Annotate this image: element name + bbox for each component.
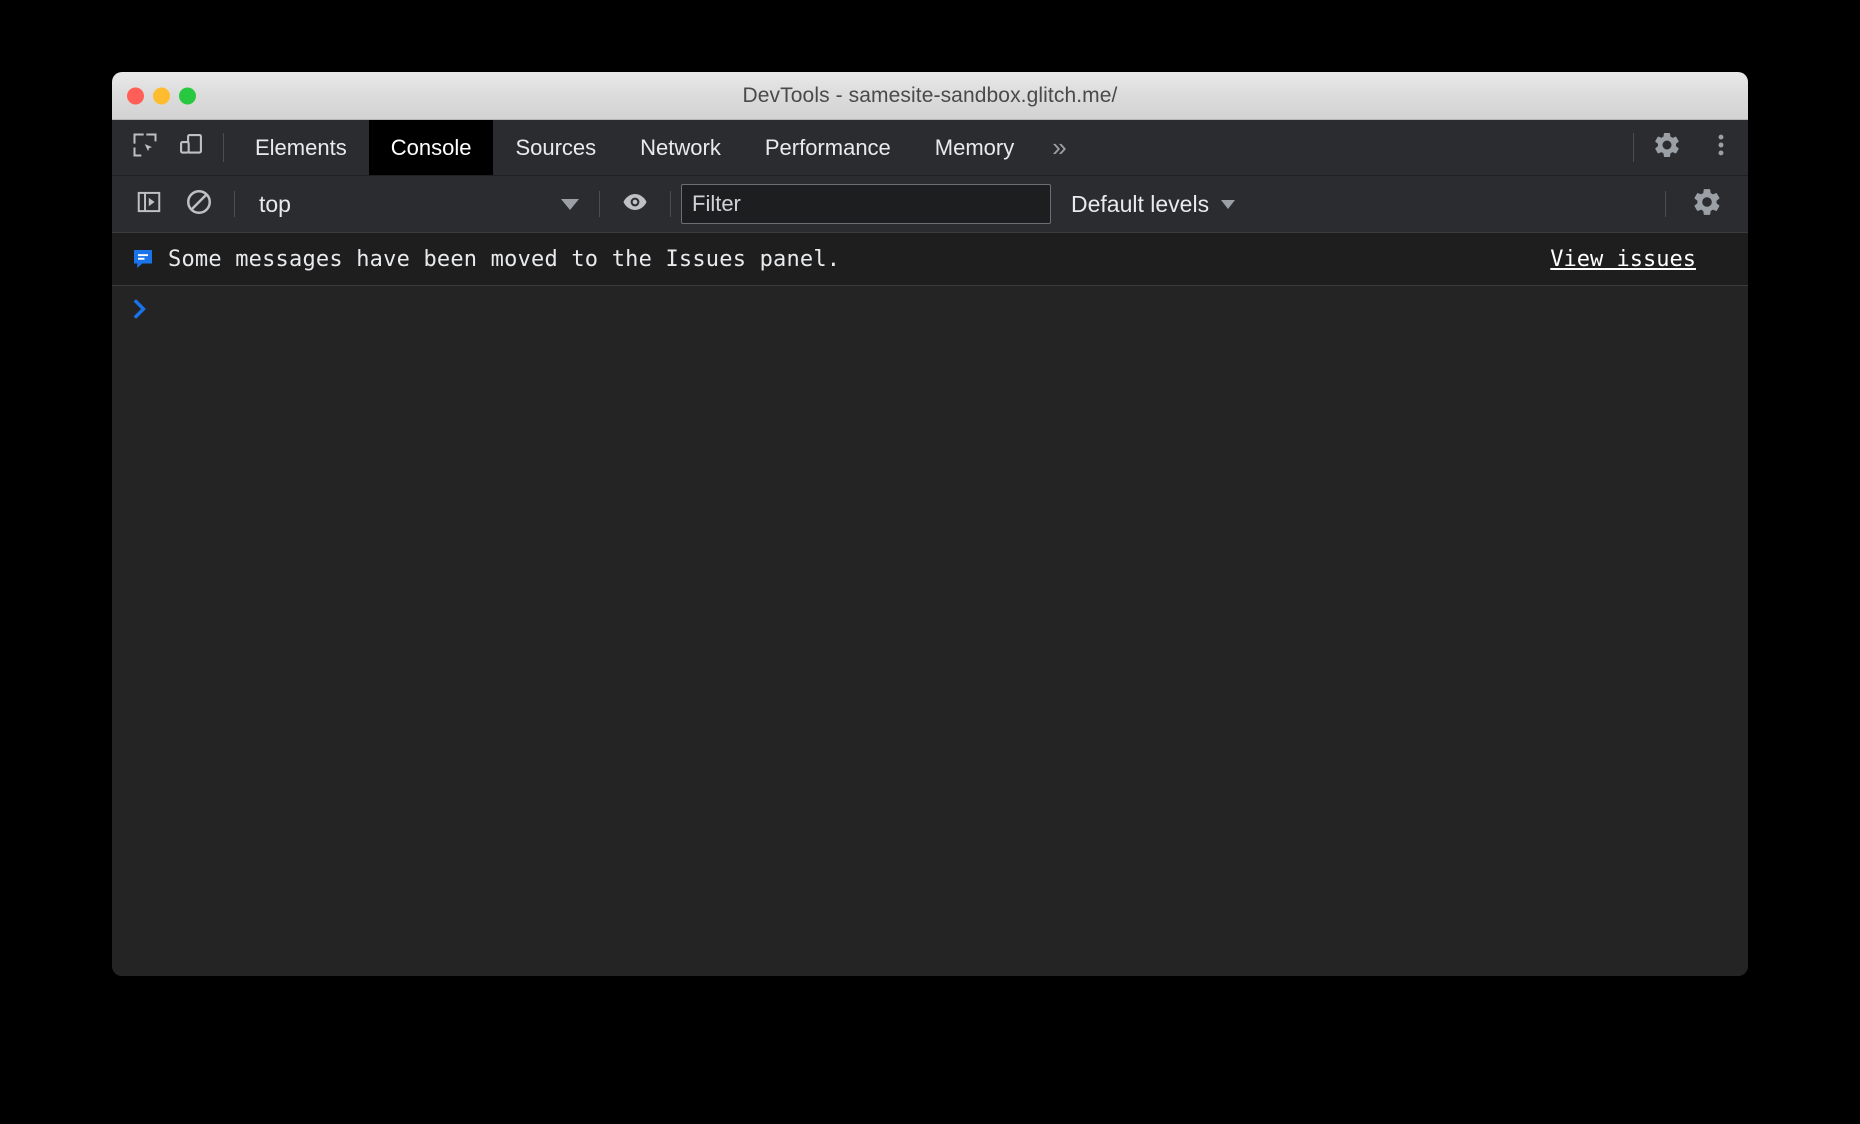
- issue-info-icon: [126, 247, 160, 271]
- tab-console[interactable]: Console: [369, 120, 494, 175]
- clear-console-icon: [184, 187, 214, 222]
- more-tabs-button[interactable]: »: [1036, 120, 1082, 175]
- console-filter-input[interactable]: [681, 184, 1051, 224]
- console-toolbar: top Default levels: [112, 175, 1748, 232]
- gear-icon: [1691, 186, 1723, 223]
- kebab-menu-icon: [1707, 131, 1735, 164]
- tabbar-divider: [223, 133, 224, 162]
- devtools-settings-button[interactable]: [1640, 120, 1694, 175]
- console-toolbar-divider-2: [599, 191, 600, 217]
- window-titlebar: DevTools - samesite-sandbox.glitch.me/: [112, 72, 1748, 120]
- console-log-levels-select[interactable]: Default levels: [1071, 191, 1245, 218]
- console-sidebar-icon: [135, 188, 163, 221]
- tab-elements[interactable]: Elements: [233, 120, 369, 175]
- chevron-double-right-icon: »: [1052, 132, 1066, 163]
- prompt-chevron-icon: [130, 296, 152, 322]
- device-toolbar-button[interactable]: [168, 120, 214, 175]
- tab-sources[interactable]: Sources: [493, 120, 618, 175]
- tab-elements-label: Elements: [255, 135, 347, 161]
- devtools-window: DevTools - samesite-sandbox.glitch.me/ E…: [112, 72, 1748, 976]
- tab-network-label: Network: [640, 135, 721, 161]
- tabbar-right-divider: [1633, 133, 1634, 162]
- execution-context-select[interactable]: top: [245, 184, 589, 224]
- clear-console-button[interactable]: [174, 179, 224, 229]
- console-toolbar-right-controls: [1655, 179, 1748, 229]
- tab-performance-label: Performance: [765, 135, 891, 161]
- console-toolbar-divider-4: [1665, 191, 1666, 217]
- console-message-row[interactable]: Some messages have been moved to the Iss…: [112, 232, 1748, 286]
- devtools-tabbar: Elements Console Sources Network Perform…: [112, 120, 1748, 175]
- chevron-down-icon: [561, 199, 579, 210]
- console-body: Some messages have been moved to the Iss…: [112, 232, 1748, 976]
- window-title: DevTools - samesite-sandbox.glitch.me/: [112, 84, 1748, 108]
- live-expression-button[interactable]: [610, 179, 660, 229]
- tab-sources-label: Sources: [515, 135, 596, 161]
- console-settings-button[interactable]: [1682, 179, 1732, 229]
- tab-performance[interactable]: Performance: [743, 120, 913, 175]
- tab-memory[interactable]: Memory: [913, 120, 1036, 175]
- console-log-levels-label: Default levels: [1071, 191, 1209, 218]
- tab-memory-label: Memory: [935, 135, 1014, 161]
- tab-network[interactable]: Network: [618, 120, 743, 175]
- eye-icon: [620, 187, 650, 222]
- tab-console-label: Console: [391, 135, 472, 161]
- view-issues-link[interactable]: View issues: [1550, 247, 1696, 272]
- chevron-down-icon: [1221, 200, 1235, 209]
- console-input-area[interactable]: [152, 286, 1748, 332]
- console-prompt-row[interactable]: [112, 286, 1748, 332]
- console-toolbar-divider-1: [234, 191, 235, 217]
- tabbar-right-controls: [1629, 120, 1748, 175]
- traffic-lights: [127, 87, 196, 104]
- execution-context-label: top: [259, 191, 561, 218]
- maximize-window-button[interactable]: [179, 87, 196, 104]
- console-toolbar-divider-3: [670, 191, 671, 217]
- console-sidebar-toggle-button[interactable]: [124, 179, 174, 229]
- inspect-element-icon: [131, 131, 159, 164]
- device-toolbar-icon: [177, 131, 205, 164]
- console-message-text: Some messages have been moved to the Iss…: [168, 247, 840, 272]
- close-window-button[interactable]: [127, 87, 144, 104]
- inspect-element-button[interactable]: [122, 120, 168, 175]
- devtools-more-options-button[interactable]: [1694, 120, 1748, 175]
- minimize-window-button[interactable]: [153, 87, 170, 104]
- gear-icon: [1652, 130, 1682, 165]
